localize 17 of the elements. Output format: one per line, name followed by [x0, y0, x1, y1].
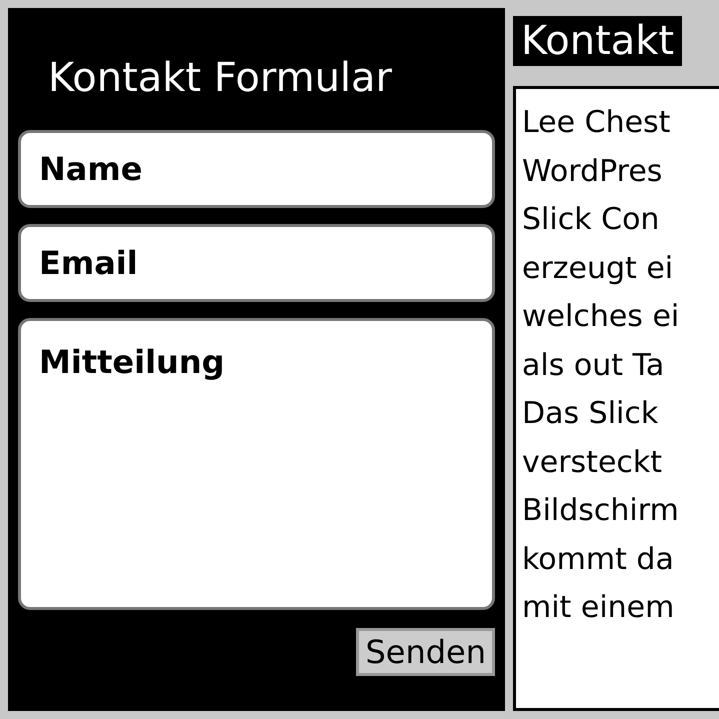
text-line: welches ei	[522, 298, 680, 336]
send-button[interactable]: Senden	[356, 628, 495, 676]
panel-tab[interactable]: Kontakt	[513, 16, 682, 66]
text-line: kommt da	[522, 540, 675, 578]
text-line: WordPres	[522, 152, 664, 190]
text-line: mit einem	[522, 589, 676, 627]
text-line: als out Ta	[522, 346, 666, 384]
input-field[interactable]: Name	[18, 130, 495, 208]
text-line: Lee Chest	[522, 104, 672, 142]
text-line: Slick Con	[522, 201, 660, 239]
input-field[interactable]: Email	[18, 224, 495, 302]
text-line: Bildschirm	[522, 492, 680, 530]
message-field[interactable]: Mitteilung	[18, 318, 495, 610]
text-line: versteckt	[522, 444, 664, 482]
text-line: erzeugt ei	[522, 250, 674, 288]
text-line: Das Slick	[522, 395, 660, 433]
form-title: Kontakt Formular	[48, 54, 394, 102]
